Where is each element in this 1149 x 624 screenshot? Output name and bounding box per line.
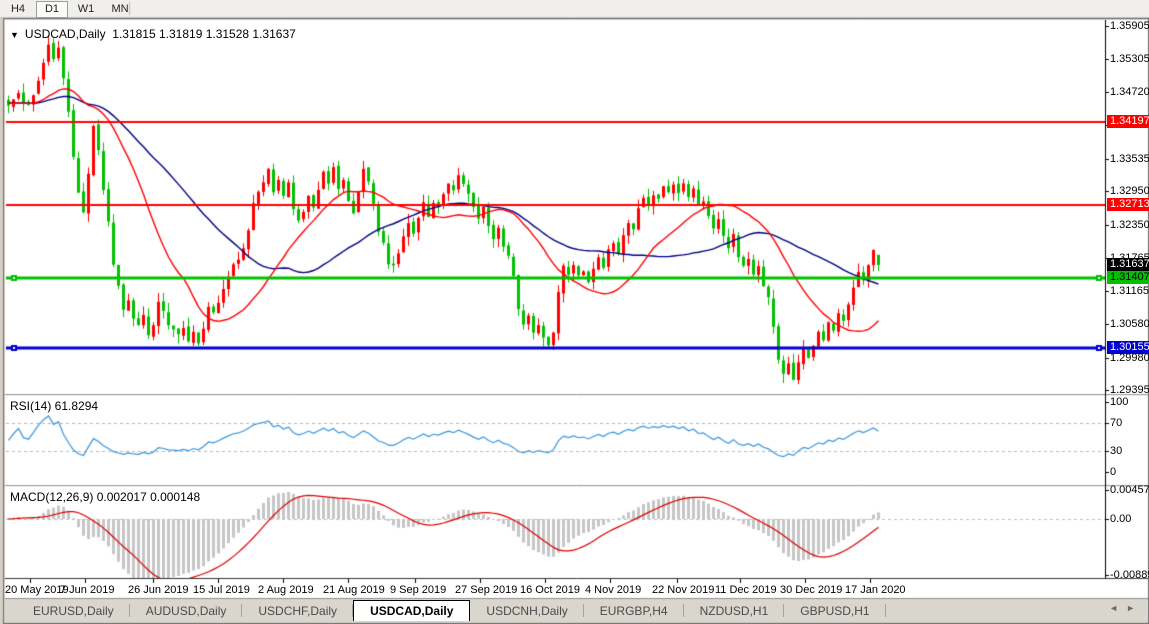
tab-eurusd-daily[interactable]: EURUSD,Daily xyxy=(17,600,130,621)
date-axis-label: 4 Nov 2019 xyxy=(585,584,641,596)
price-axis-label: 1.31165 xyxy=(1110,285,1149,297)
macd-indicator-label: MACD(12,26,9) 0.002017 0.000148 xyxy=(10,490,200,504)
level-badge-131407: 1.31407 xyxy=(1107,271,1149,284)
tab-scroll-right-button[interactable]: ► xyxy=(1126,603,1143,613)
price-axis-label: 1.29395 xyxy=(1110,384,1149,396)
timeframe-button-w1[interactable]: W1 xyxy=(70,1,102,18)
level-badge-131637: 1.31637 xyxy=(1107,258,1149,271)
timeframe-button-h4[interactable]: H4 xyxy=(2,1,34,18)
price-axis-label: 1.33535 xyxy=(1110,153,1149,165)
chart-title-symbol: USDCAD,Daily xyxy=(25,27,106,41)
level-badge-130155: 1.30155 xyxy=(1107,341,1149,354)
chart-title: ▼ USDCAD,Daily 1.31815 1.31819 1.31528 1.… xyxy=(10,27,296,41)
level-badge-132713: 1.32713 xyxy=(1107,198,1149,211)
tab-gbpusd-h1[interactable]: GBPUSD,H1 xyxy=(784,600,885,621)
mt4-terminal-window: H4D1W1MN ▼ USDCAD,Daily 1.31815 1.31819 1… xyxy=(0,0,1149,624)
date-axis-label: 7 Jun 2019 xyxy=(60,584,114,596)
price-axis-label: 1.35305 xyxy=(1110,53,1149,65)
tab-scroll-left-button[interactable]: ◄ xyxy=(1109,603,1126,613)
price-axis-label: 1.32350 xyxy=(1110,219,1149,231)
price-axis-label: 1.35905 xyxy=(1110,20,1149,32)
rsi-indicator-label: RSI(14) 61.8294 xyxy=(10,399,98,413)
level-badge-134197: 1.34197 xyxy=(1107,115,1149,128)
timeframe-button-d1[interactable]: D1 xyxy=(36,1,68,18)
date-axis-label: 16 Oct 2019 xyxy=(520,584,580,596)
chart-canvas[interactable] xyxy=(0,0,1149,624)
macd-axis-label: -0.00889 xyxy=(1110,569,1149,581)
tab-eurgbp-h4[interactable]: EURGBP,H4 xyxy=(584,600,684,621)
price-axis-label: 1.30580 xyxy=(1110,318,1149,330)
date-axis-label: 27 Sep 2019 xyxy=(455,584,517,596)
date-axis-label: 26 Jun 2019 xyxy=(128,584,189,596)
tab-usdcnh-daily[interactable]: USDCNH,Daily xyxy=(470,600,583,621)
rsi-axis-label: 70 xyxy=(1110,417,1122,429)
chart-title-ohlc: 1.31815 1.31819 1.31528 1.31637 xyxy=(112,27,296,41)
collapse-chart-toggle[interactable]: ▼ xyxy=(10,30,19,40)
date-axis-label: 2 Aug 2019 xyxy=(258,584,314,596)
date-axis-label: 22 Nov 2019 xyxy=(652,584,714,596)
date-axis-label: 21 Aug 2019 xyxy=(323,584,385,596)
date-axis-label: 9 Sep 2019 xyxy=(390,584,446,596)
rsi-axis-label: 30 xyxy=(1110,445,1122,457)
date-axis-label: 17 Jan 2020 xyxy=(845,584,906,596)
timeframe-toolbar: H4D1W1MN xyxy=(2,1,138,17)
macd-axis-label: 0.00 xyxy=(1110,513,1131,525)
tab-usdchf-daily[interactable]: USDCHF,Daily xyxy=(242,600,353,621)
date-axis-label: 15 Jul 2019 xyxy=(193,584,250,596)
date-axis-label: 30 Dec 2019 xyxy=(780,584,842,596)
date-axis-label: 11 Dec 2019 xyxy=(715,584,777,596)
price-axis-label: 1.32950 xyxy=(1110,185,1149,197)
chart-tab-bar: EURUSD,DailyAUDUSD,DailyUSDCHF,DailyUSDC… xyxy=(5,600,1148,621)
tab-nzdusd-h1[interactable]: NZDUSD,H1 xyxy=(684,600,785,621)
timeframe-button-mn[interactable]: MN xyxy=(104,1,136,18)
tab-usdcad-daily[interactable]: USDCAD,Daily xyxy=(353,600,470,621)
tab-scroll-arrows: ◄► xyxy=(1109,603,1143,613)
macd-axis-label: 0.004572 xyxy=(1110,484,1149,496)
rsi-axis-label: 100 xyxy=(1110,396,1128,408)
rsi-axis-label: 0 xyxy=(1110,466,1116,478)
price-axis-label: 1.34720 xyxy=(1110,86,1149,98)
tab-audusd-daily[interactable]: AUDUSD,Daily xyxy=(130,600,243,621)
